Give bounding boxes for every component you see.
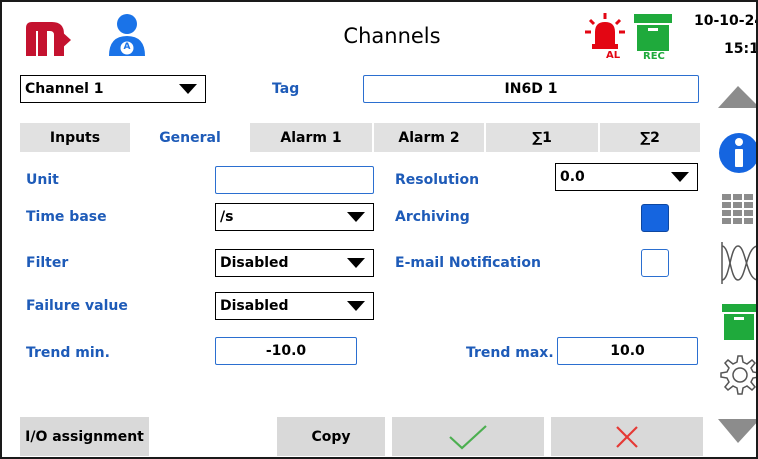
tab-label: ∑1 — [532, 129, 552, 146]
resolution-select[interactable]: 0.0 — [555, 163, 698, 191]
trend-min-value: -10.0 — [265, 343, 307, 359]
scroll-up-icon[interactable] — [716, 84, 756, 114]
tab-sum-2[interactable]: ∑2 — [600, 123, 700, 152]
email-notification-checkbox[interactable] — [641, 249, 669, 277]
archive-box-icon[interactable] — [716, 302, 756, 346]
chevron-down-icon — [347, 212, 365, 222]
copy-button[interactable]: Copy — [277, 417, 385, 456]
cancel-button[interactable] — [551, 417, 703, 456]
tab-label: General — [159, 129, 221, 146]
resolution-value: 0.0 — [560, 169, 585, 185]
time-base-select[interactable]: /s — [215, 203, 374, 231]
io-assignment-label: I/O assignment — [25, 428, 144, 445]
time-base-value: /s — [220, 209, 234, 225]
filter-select[interactable]: Disabled — [215, 249, 374, 277]
time-display: 15:19 — [724, 41, 758, 57]
chevron-down-icon — [347, 258, 365, 268]
channel-select[interactable]: Channel 1 — [20, 75, 206, 103]
rec-label: REC — [643, 51, 665, 62]
channels-screen: A Channels AL REC 10-10-24 15:19 Channel… — [0, 0, 758, 459]
user-badge-letter: A — [123, 42, 131, 52]
tag-label: Tag — [272, 81, 300, 97]
filter-label: Filter — [26, 255, 69, 271]
scroll-down-icon[interactable] — [716, 417, 756, 449]
failure-value-value: Disabled — [220, 298, 289, 314]
alarm-icon[interactable]: AL — [582, 10, 628, 62]
chevron-down-icon — [671, 172, 689, 182]
confirm-button[interactable] — [392, 417, 544, 456]
tab-label: Alarm 1 — [280, 129, 342, 146]
unit-label: Unit — [26, 172, 59, 188]
tab-alarm-2[interactable]: Alarm 2 — [374, 123, 486, 152]
logo-icon — [24, 18, 72, 58]
trend-max-value: 10.0 — [610, 343, 645, 359]
tab-sum-1[interactable]: ∑1 — [486, 123, 600, 152]
chevron-down-icon — [347, 301, 365, 311]
failure-value-select[interactable]: Disabled — [215, 292, 374, 320]
tab-label: Alarm 2 — [398, 129, 460, 146]
gear-icon[interactable] — [716, 354, 756, 400]
tab-label: Inputs — [49, 129, 101, 146]
trend-max-label: Trend max. — [466, 345, 554, 361]
archiving-checkbox[interactable] — [641, 204, 669, 232]
tab-general[interactable]: General — [132, 123, 250, 152]
tab-label: ∑2 — [640, 129, 660, 146]
tab-alarm-1[interactable]: Alarm 1 — [250, 123, 374, 152]
unit-input[interactable] — [215, 166, 374, 194]
channel-select-value: Channel 1 — [25, 81, 104, 97]
copy-label: Copy — [311, 428, 351, 445]
tag-value: IN6D 1 — [504, 81, 558, 97]
filter-value: Disabled — [220, 255, 289, 271]
info-icon[interactable] — [716, 131, 756, 179]
user-icon[interactable]: A — [106, 12, 148, 58]
close-icon — [616, 425, 638, 448]
trend-min-label: Trend min. — [26, 345, 110, 361]
date-display: 10-10-24 — [694, 13, 758, 29]
io-assignment-button[interactable]: I/O assignment — [20, 417, 149, 456]
tag-input[interactable]: IN6D 1 — [363, 75, 699, 103]
archiving-label: Archiving — [395, 209, 470, 225]
chevron-down-icon — [179, 84, 197, 94]
failure-value-label: Failure value — [26, 298, 128, 314]
trend-min-input[interactable]: -10.0 — [215, 337, 357, 365]
record-archive-icon[interactable]: REC — [630, 10, 676, 64]
trend-graph-icon[interactable] — [716, 240, 756, 290]
tab-inputs[interactable]: Inputs — [20, 123, 132, 152]
email-notification-label: E-mail Notification — [395, 255, 541, 271]
time-base-label: Time base — [26, 209, 107, 225]
grid-table-icon[interactable] — [716, 192, 756, 230]
page-title: Channels — [343, 24, 441, 48]
trend-max-input[interactable]: 10.0 — [557, 337, 698, 365]
resolution-label: Resolution — [395, 172, 480, 188]
checkmark-icon — [449, 424, 487, 449]
alarm-label: AL — [606, 50, 621, 61]
